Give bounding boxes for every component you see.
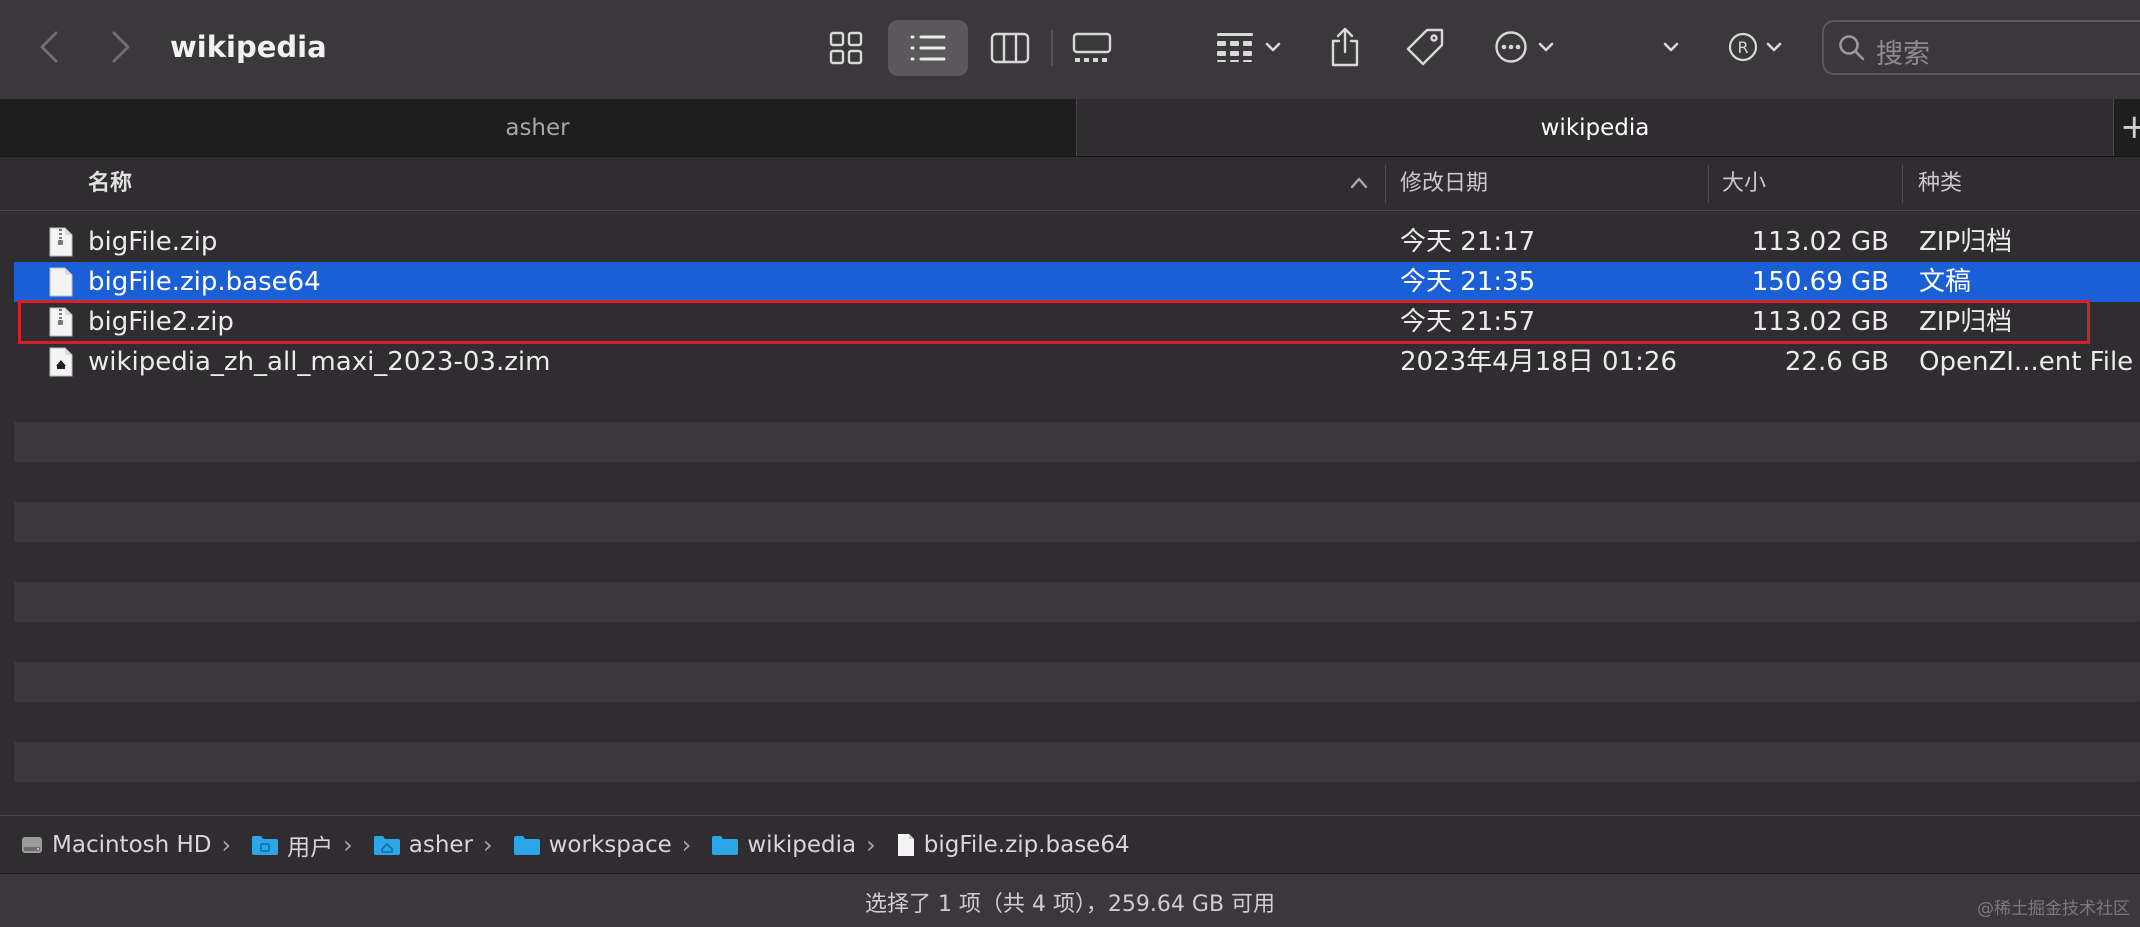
hard-drive-icon bbox=[22, 837, 42, 853]
folder-icon bbox=[513, 836, 540, 855]
home-folder-icon bbox=[373, 836, 400, 855]
document-icon bbox=[897, 834, 914, 856]
column-date[interactable]: 修改日期 bbox=[1400, 157, 1488, 210]
path-label: workspace bbox=[548, 832, 672, 858]
column-size[interactable]: 大小 bbox=[1722, 157, 1766, 210]
status-text: 选择了 1 项（共 4 项），259.64 GB 可用 bbox=[864, 892, 1276, 917]
path-label: asher bbox=[408, 832, 474, 858]
file-date: 今天 21:17 bbox=[1400, 227, 1536, 257]
empty-row bbox=[14, 502, 2140, 542]
gallery-view-icon bbox=[1072, 32, 1112, 62]
path-item-asher[interactable]: asher bbox=[373, 832, 473, 858]
column-kind[interactable]: 种类 bbox=[1918, 157, 1962, 210]
new-tab-button[interactable]: + bbox=[2120, 107, 2140, 147]
back-button[interactable] bbox=[24, 22, 74, 72]
search-placeholder: 搜索 bbox=[1876, 39, 1930, 70]
document-file-icon bbox=[49, 267, 73, 297]
file-name: bigFile.zip bbox=[88, 227, 218, 257]
file-row[interactable]: bigFile.zip 今天 21:17 113.02 GB ZIP归档 bbox=[14, 222, 2140, 262]
folder-icon bbox=[712, 836, 739, 855]
list-view-button[interactable] bbox=[888, 20, 968, 76]
column-divider[interactable] bbox=[1902, 165, 1903, 203]
file-kind: OpenZI...ent File bbox=[1919, 347, 2134, 377]
watermark: @稀土掘金技术社区 bbox=[1977, 899, 2130, 919]
column-view-button[interactable] bbox=[970, 20, 1050, 76]
file-name: bigFile.zip.base64 bbox=[88, 267, 321, 297]
path-item-users[interactable]: 用户 bbox=[251, 828, 333, 862]
tag-button[interactable] bbox=[1400, 20, 1450, 74]
column-name[interactable]: 名称 bbox=[88, 157, 132, 210]
path-item-file[interactable]: bigFile.zip.base64 bbox=[896, 832, 1130, 858]
chevron-down-icon bbox=[1663, 42, 1679, 52]
chevron-right-icon: › bbox=[221, 831, 232, 859]
file-size: 150.69 GB bbox=[1751, 267, 1889, 297]
window-title: wikipedia bbox=[170, 30, 327, 64]
tab-wikipedia[interactable]: wikipedia bbox=[1076, 99, 2114, 156]
red-highlight-annotation bbox=[18, 300, 2090, 344]
file-kind: 文稿 bbox=[1919, 267, 1972, 297]
tab-asher[interactable]: asher bbox=[0, 99, 1075, 156]
extra-dropdown-button[interactable] bbox=[1656, 22, 1686, 72]
path-label: wikipedia bbox=[747, 832, 857, 858]
file-date: 2023年4月18日 01:26 bbox=[1400, 347, 1677, 377]
empty-row bbox=[14, 662, 2140, 702]
zim-file-icon bbox=[49, 347, 73, 377]
empty-row bbox=[14, 742, 2140, 782]
file-size: 113.02 GB bbox=[1751, 227, 1889, 257]
empty-row bbox=[14, 422, 2140, 462]
forward-button[interactable] bbox=[96, 22, 146, 72]
column-divider[interactable] bbox=[1385, 165, 1386, 203]
more-icon bbox=[1495, 31, 1527, 63]
group-icon bbox=[1217, 33, 1253, 62]
file-size: 22.6 GB bbox=[1784, 347, 1889, 377]
icon-view-button[interactable] bbox=[806, 20, 886, 76]
sort-ascending-icon[interactable] bbox=[1348, 174, 1370, 192]
chevron-right-icon: › bbox=[681, 831, 692, 859]
path-label: Macintosh HD bbox=[52, 832, 212, 858]
empty-row bbox=[14, 582, 2140, 622]
chevron-right-icon: › bbox=[343, 831, 353, 859]
chevron-down-icon bbox=[1766, 42, 1782, 52]
chevron-right-icon bbox=[112, 31, 130, 63]
list-view-icon bbox=[910, 35, 946, 61]
svg-text:R: R bbox=[1737, 38, 1748, 57]
file-kind: ZIP归档 bbox=[1919, 227, 2013, 257]
file-row[interactable]: wikipedia_zh_all_maxi_2023-03.zim 2023年4… bbox=[14, 342, 2140, 382]
registered-menu-button[interactable]: R bbox=[1722, 22, 1788, 72]
search-icon bbox=[1839, 35, 1865, 61]
path-item-macintosh-hd[interactable]: Macintosh HD bbox=[20, 832, 212, 858]
chevron-down-icon bbox=[1265, 42, 1281, 52]
tab-bar: asher wikipedia + bbox=[0, 99, 2140, 157]
group-button[interactable] bbox=[1208, 22, 1288, 72]
folder-icon bbox=[252, 836, 279, 855]
chevron-right-icon: › bbox=[483, 831, 493, 859]
share-icon bbox=[1331, 27, 1359, 67]
chevron-left-icon bbox=[40, 31, 58, 63]
more-actions-button[interactable] bbox=[1484, 22, 1564, 72]
status-bar: 选择了 1 项（共 4 项），259.64 GB 可用 @稀土掘金技术社区 bbox=[0, 873, 2140, 927]
file-date: 今天 21:35 bbox=[1400, 267, 1536, 297]
path-label: 用户 bbox=[287, 835, 334, 861]
path-item-wikipedia[interactable]: wikipedia bbox=[711, 832, 856, 858]
column-header: 名称 修改日期 大小 种类 bbox=[0, 157, 2140, 211]
zip-file-icon bbox=[49, 227, 73, 257]
chevron-down-icon bbox=[1538, 42, 1554, 52]
icon-view-icon bbox=[829, 31, 863, 65]
search-field[interactable]: 搜索 bbox=[1822, 20, 2140, 75]
chevron-right-icon: › bbox=[866, 831, 876, 859]
share-button[interactable] bbox=[1320, 20, 1370, 74]
registered-icon: R bbox=[1728, 32, 1758, 62]
file-name: wikipedia_zh_all_maxi_2023-03.zim bbox=[88, 347, 551, 377]
file-row-selected[interactable]: bigFile.zip.base64 今天 21:35 150.69 GB 文稿 bbox=[14, 262, 2140, 302]
gallery-view-button[interactable] bbox=[1052, 20, 1132, 76]
column-divider[interactable] bbox=[1708, 165, 1709, 203]
path-bar: Macintosh HD › 用户 › asher › workspace › … bbox=[0, 815, 2140, 874]
column-view-icon bbox=[990, 32, 1030, 64]
path-item-workspace[interactable]: workspace bbox=[513, 832, 672, 858]
path-label: bigFile.zip.base64 bbox=[923, 832, 1130, 858]
toolbar: wikipedia R 搜索 bbox=[0, 0, 2140, 100]
tag-icon bbox=[1406, 28, 1444, 66]
